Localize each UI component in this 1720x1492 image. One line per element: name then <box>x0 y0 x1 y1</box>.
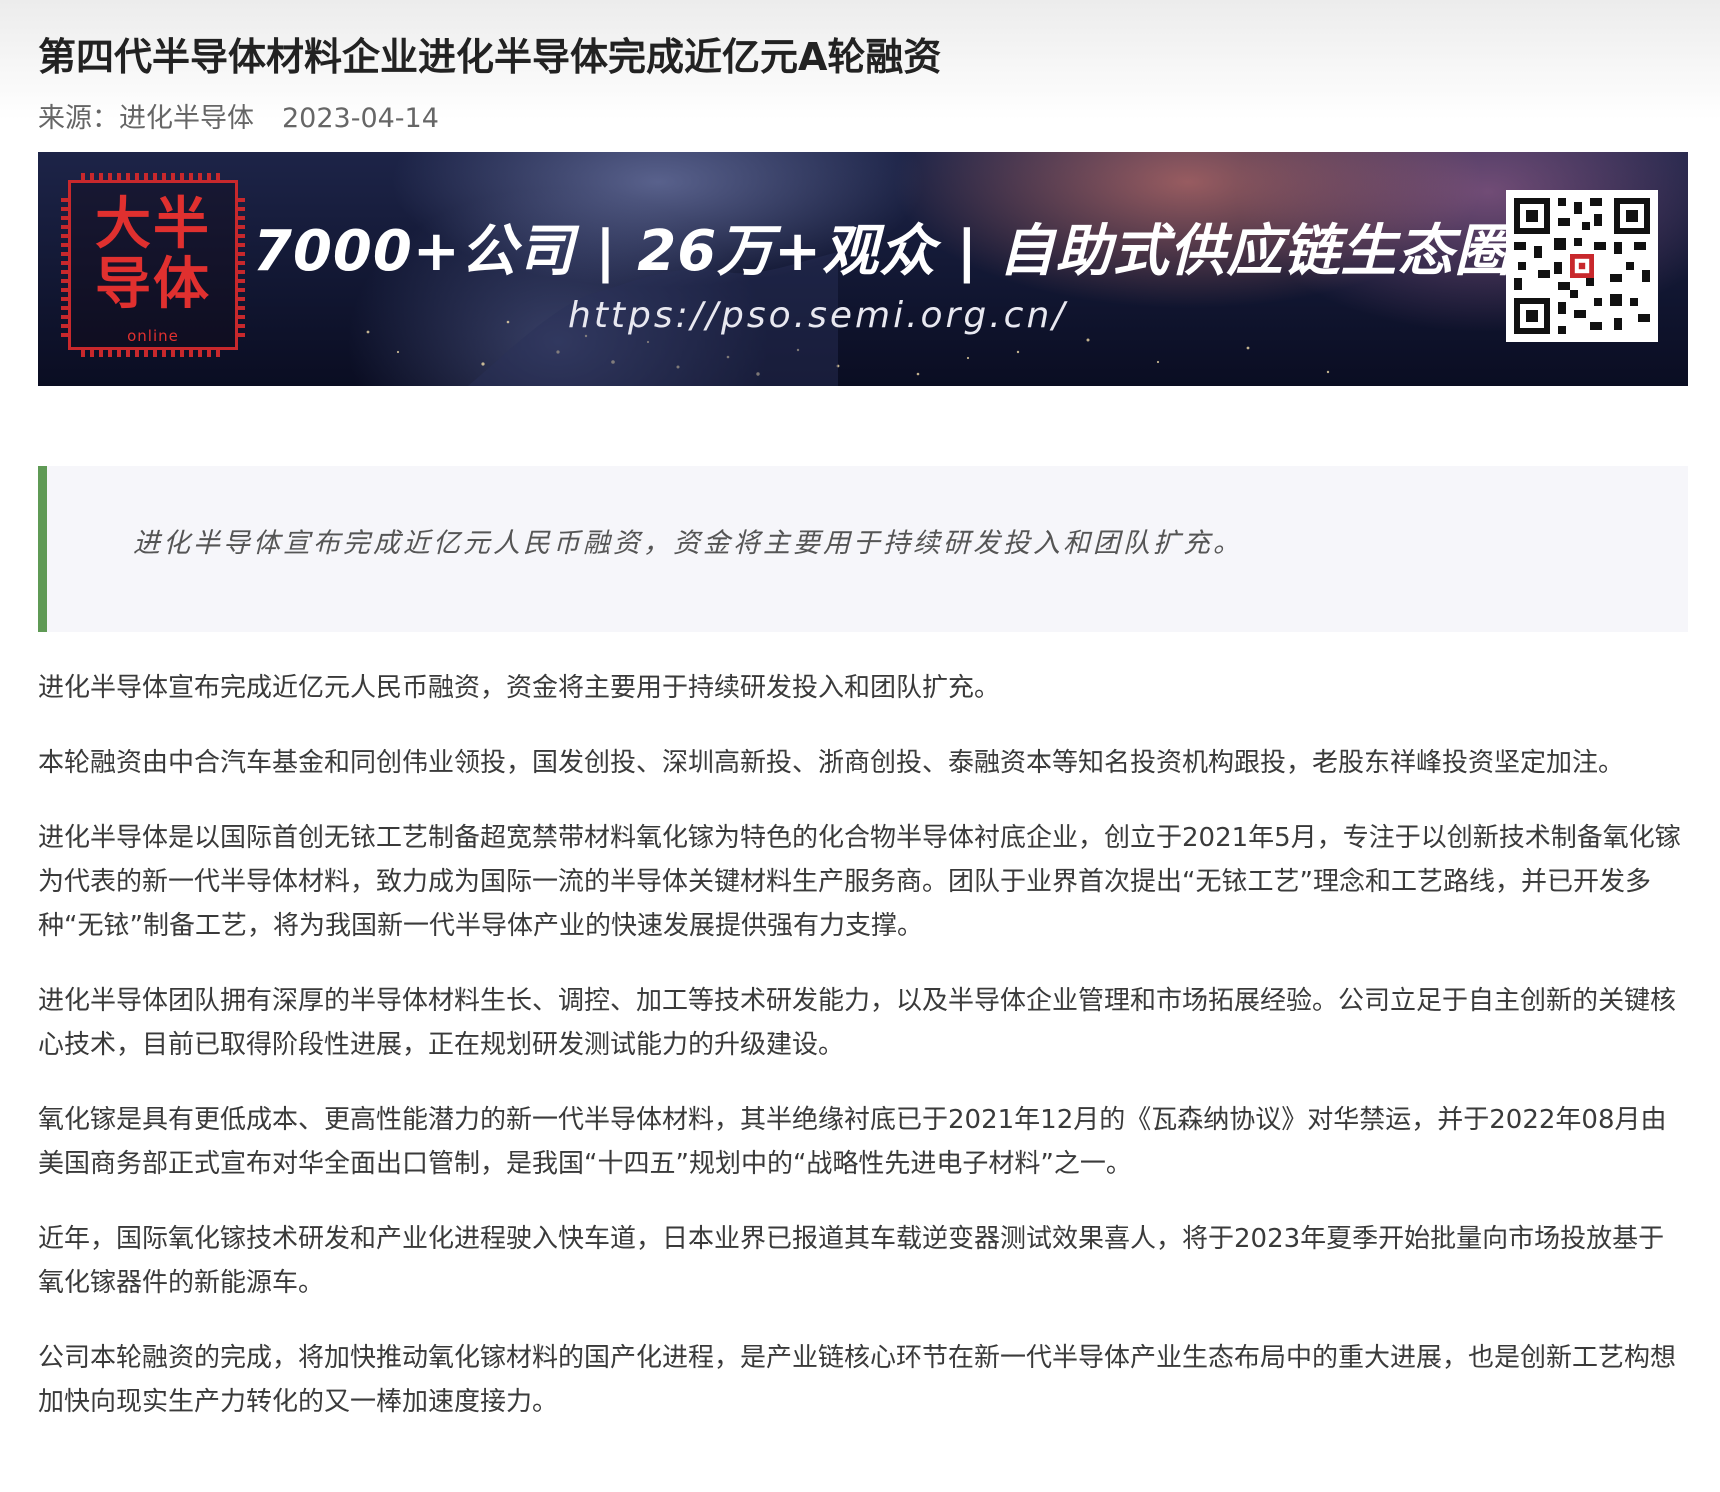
paragraph-3: 进化半导体是以国际首创无铱工艺制备超宽禁带材料氧化镓为特色的化合物半导体衬底企业… <box>38 823 1681 941</box>
paragraph-6: 近年，国际氧化镓技术研发和产业化进程驶入快车道，日本业界已报道其车载逆变器测试效… <box>38 1224 1665 1298</box>
logo-chip-pins-right <box>238 193 245 337</box>
qr-code-icon <box>1506 190 1658 342</box>
paragraph-7: 公司本轮融资的完成，将加快推动氧化镓材料的国产化进程，是产业链核心环节在新一代半… <box>38 1343 1677 1417</box>
article-source: 来源：进化半导体 <box>38 103 254 134</box>
paragraph-1: 进化半导体宣布完成近亿元人民币融资，资金将主要用于持续研发投入和团队扩充。 <box>38 673 1001 703</box>
ad-banner[interactable]: 大半导体 online 7000+公司 | 26万+观众 | 自助式供应链生态圈… <box>38 152 1688 386</box>
paragraph-4: 进化半导体团队拥有深厚的半导体材料生长、调控、加工等技术研发能力，以及半导体企业… <box>38 986 1677 1060</box>
banner-url[interactable]: https://pso.semi.org.cn/ <box>568 294 1067 338</box>
paragraph-2: 本轮融资由中合汽车基金和同创伟业领投，国发创投、深圳高新投、浙商创投、泰融资本等… <box>38 748 1625 778</box>
article-title: 第四代半导体材料企业进化半导体完成近亿元A轮融资 <box>38 35 942 79</box>
logo-text: 大半导体 <box>95 192 211 317</box>
paragraph-5: 氧化镓是具有更低成本、更高性能潜力的新一代半导体材料，其半绝缘衬底已于2021年… <box>38 1105 1667 1179</box>
article-date: 2023-04-14 <box>282 103 439 134</box>
logo-chip-pins-left <box>61 193 68 337</box>
logo-chip-pins-top <box>81 173 225 180</box>
article: 第四代半导体材料企业进化半导体完成近亿元A轮融资 来源：进化半导体 2023-04… <box>38 0 1688 1455</box>
article-body: 进化半导体宣布完成近亿元人民币融资，资金将主要用于持续研发投入和团队扩充。 本轮… <box>38 666 1688 1424</box>
banner-slogan: 7000+公司 | 26万+观众 | 自助式供应链生态圈 <box>253 219 1512 284</box>
summary-text: 进化半导体宣布完成近亿元人民币融资，资金将主要用于持续研发投入和团队扩充。 <box>133 528 1243 559</box>
logo-chip-pins-bottom <box>81 350 225 357</box>
article-meta: 来源：进化半导体 2023-04-14 <box>38 102 1688 136</box>
banner-logo: 大半导体 online <box>61 173 245 357</box>
logo-subtext: online <box>127 327 179 345</box>
summary-blockquote: 进化半导体宣布完成近亿元人民币融资，资金将主要用于持续研发投入和团队扩充。 <box>38 466 1688 632</box>
